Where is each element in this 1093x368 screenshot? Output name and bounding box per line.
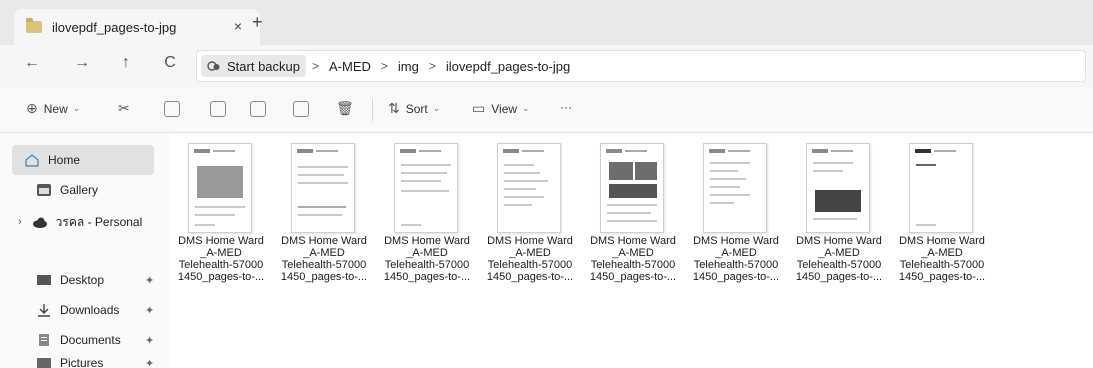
pin-icon[interactable]: ✦ <box>145 274 154 287</box>
refresh-icon[interactable]: C <box>158 54 182 72</box>
sidebar-item-gallery[interactable]: Gallery <box>0 175 170 205</box>
sidebar-item-label: Home <box>48 153 81 167</box>
back-arrow-icon[interactable]: ← <box>20 54 44 72</box>
more-icon: ··· <box>560 100 572 114</box>
breadcrumb-item-a-med[interactable]: A-MED <box>329 59 371 74</box>
file-thumbnail <box>291 143 355 233</box>
paste-icon[interactable] <box>210 101 226 117</box>
file-item[interactable]: DMS Home Ward _A-MED Telehealth-57000 1450_… <box>582 143 684 303</box>
chevron-down-icon: ⌄ <box>522 103 530 113</box>
file-name: DMS Home Ward _A-MED Telehealth-57000 1450_… <box>589 235 677 283</box>
backup-chip[interactable]: Start backup <box>201 55 306 77</box>
sidebar-item-label: Desktop <box>60 273 105 287</box>
new-label: New <box>43 101 68 116</box>
breadcrumb-separator: > <box>380 59 388 73</box>
address-bar[interactable]: Start backup > A-MED > img > ilovepdf_pa… <box>196 50 1086 82</box>
new-tab-button[interactable]: + <box>252 12 263 33</box>
view-label: View <box>491 101 518 116</box>
sidebar-item-personal[interactable]: › วรคล - Personal <box>0 207 170 237</box>
file-thumbnail <box>909 143 973 233</box>
file-item[interactable]: DMS Home Ward _A-MED Telehealth-57000 1450_… <box>273 143 375 303</box>
file-item[interactable]: DMS Home Ward _A-MED Telehealth-57000 1450_… <box>479 143 581 303</box>
toolbar-divider <box>372 99 373 121</box>
pin-icon[interactable]: ✦ <box>145 304 154 317</box>
desktop-icon <box>37 275 51 285</box>
file-name: DMS Home Ward _A-MED Telehealth-57000 1450_… <box>692 235 780 283</box>
file-thumbnail <box>703 143 767 233</box>
chevron-down-icon: ⌄ <box>432 103 441 113</box>
backup-cloud-icon <box>207 59 221 73</box>
file-thumbnail <box>497 143 561 233</box>
sidebar-item-documents[interactable]: Documents ✦ <box>0 325 170 355</box>
file-item[interactable]: DMS Home Ward _A-MED Telehealth-57000 1450_… <box>891 143 993 303</box>
file-thumbnail <box>188 143 252 233</box>
start-backup-label: Start backup <box>227 58 300 74</box>
chevron-down-icon: ⌄ <box>72 103 81 113</box>
sort-button[interactable]: ⇅ Sort ⌄ <box>388 100 440 117</box>
pictures-icon <box>37 358 51 368</box>
pin-icon[interactable]: ✦ <box>145 357 154 368</box>
command-bar: ⊕ New ⌄ ✂ 🗑 ⇅ Sort ⌄ ▭ View ⌄ ··· <box>0 87 1093 133</box>
rename-icon[interactable] <box>250 101 266 117</box>
documents-icon <box>39 334 49 346</box>
copy-icon[interactable] <box>164 101 180 117</box>
view-icon: ▭ <box>472 100 486 116</box>
title-bar: ilovepdf_pages-to-jpg × + <box>0 0 1093 45</box>
tab-title: ilovepdf_pages-to-jpg <box>52 19 177 35</box>
sidebar-item-label: วรคล - Personal <box>55 214 143 229</box>
folder-icon <box>26 18 42 33</box>
file-name: DMS Home Ward _A-MED Telehealth-57000 1450_… <box>795 235 883 283</box>
sort-label: Sort <box>405 101 428 116</box>
sort-icon: ⇅ <box>388 100 400 116</box>
up-arrow-icon[interactable]: ↑ <box>114 54 138 72</box>
breadcrumb-separator: > <box>312 59 320 73</box>
sidebar-item-downloads[interactable]: Downloads ✦ <box>0 295 170 325</box>
forward-arrow-icon[interactable]: → <box>70 54 94 72</box>
breadcrumb-separator: > <box>428 59 436 73</box>
file-name: DMS Home Ward _A-MED Telehealth-57000 1450_… <box>177 235 265 283</box>
home-icon <box>25 154 39 167</box>
more-options-button[interactable]: ··· <box>560 100 572 114</box>
share-icon[interactable] <box>293 101 309 117</box>
sidebar-item-home[interactable]: Home <box>12 145 154 175</box>
file-name: DMS Home Ward _A-MED Telehealth-57000 1450_… <box>898 235 986 283</box>
sidebar-item-pictures[interactable]: Pictures ✦ <box>0 355 170 368</box>
tab-active[interactable]: ilovepdf_pages-to-jpg × <box>14 9 260 45</box>
scissors-icon: ✂ <box>118 100 130 116</box>
navigation-pane: Home Gallery › วรคล - Personal Desktop ✦… <box>0 133 170 368</box>
sidebar-item-desktop[interactable]: Desktop ✦ <box>0 265 170 295</box>
new-button[interactable]: ⊕ New ⌄ <box>26 100 80 117</box>
file-name: DMS Home Ward _A-MED Telehealth-57000 1450_… <box>280 235 368 283</box>
file-item[interactable]: DMS Home Ward _A-MED Telehealth-57000 1450_… <box>685 143 787 303</box>
gallery-icon <box>37 184 51 196</box>
file-item[interactable]: DMS Home Ward _A-MED Telehealth-57000 1450_… <box>170 143 272 303</box>
close-tab-icon[interactable]: × <box>234 18 242 34</box>
file-thumbnail <box>806 143 870 233</box>
chevron-right-icon[interactable]: › <box>18 216 22 228</box>
cut-button[interactable]: ✂ <box>118 100 136 117</box>
trash-icon: 🗑 <box>336 100 354 116</box>
sidebar-item-label: Documents <box>60 333 121 347</box>
pin-icon[interactable]: ✦ <box>145 334 154 347</box>
navigation-bar: ← → ↑ C Start backup > A-MED > img > ilo… <box>0 45 1093 87</box>
file-list: DMS Home Ward _A-MED Telehealth-57000 1450_… <box>170 133 1093 368</box>
cloud-icon <box>32 217 47 228</box>
file-item[interactable]: DMS Home Ward _A-MED Telehealth-57000 1450_… <box>788 143 890 303</box>
sidebar-item-label: Pictures <box>60 356 104 368</box>
file-name: DMS Home Ward _A-MED Telehealth-57000 1450_… <box>383 235 471 283</box>
plus-circle-icon: ⊕ <box>26 100 38 116</box>
file-thumbnail <box>600 143 664 233</box>
sidebar-item-label: Downloads <box>60 303 120 317</box>
breadcrumb-item-img[interactable]: img <box>398 59 419 74</box>
breadcrumb-item-current[interactable]: ilovepdf_pages-to-jpg <box>446 59 570 74</box>
file-thumbnail <box>394 143 458 233</box>
sidebar-item-label: Gallery <box>60 183 99 197</box>
download-icon <box>38 304 50 317</box>
file-name: DMS Home Ward _A-MED Telehealth-57000 1450_… <box>486 235 574 283</box>
view-button[interactable]: ▭ View ⌄ <box>472 100 530 117</box>
delete-button[interactable]: 🗑 <box>336 100 360 117</box>
file-item[interactable]: DMS Home Ward _A-MED Telehealth-57000 1450_… <box>376 143 478 303</box>
